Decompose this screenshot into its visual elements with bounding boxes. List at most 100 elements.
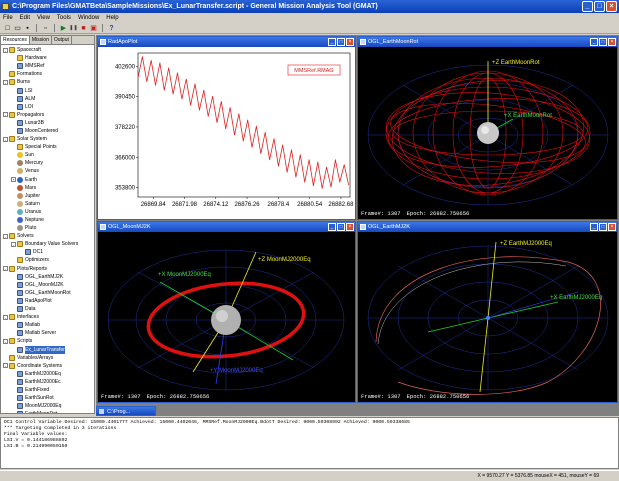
tree-node[interactable]: Matlab Server [1,329,94,337]
save-icon[interactable]: ▪ [23,24,32,33]
tree-node[interactable]: Mercury [1,159,94,167]
maximize-button[interactable]: □ [594,1,605,12]
earthmj2k-window[interactable]: OGL_EarthMJ2K _ □ × +Z EarthMJ2000Eq +X … [357,221,618,403]
maximize-button[interactable]: □ [337,38,345,46]
message-output[interactable]: DC1 Control Variable Desired: 15000.4401… [0,417,619,469]
title-bar[interactable]: C:\Program Files\GMATBeta\SampleMissions… [0,0,619,13]
tree-node[interactable]: Uranus [1,208,94,216]
tree-node[interactable]: Ex_LunarTransfer [1,345,94,354]
tree-node[interactable]: - Solar System [1,135,94,143]
tree-node[interactable]: Pluto [1,224,94,232]
tree-node[interactable]: - Plots/Reports [1,265,94,273]
collapse-icon[interactable]: - [3,112,8,118]
collapse-icon[interactable]: - [3,314,8,320]
collapse-icon[interactable]: - [11,241,16,247]
menu-edit[interactable]: Edit [20,13,30,23]
tree-node[interactable]: EarthMJ2000Ec [1,378,94,386]
tree-node[interactable]: LSI [1,86,94,94]
collapse-icon[interactable]: - [3,338,8,344]
tree-node[interactable]: DC1 [1,248,94,256]
tree-node[interactable]: Variables/Arrays [1,354,94,362]
tree-node[interactable]: - Spacecraft [1,46,94,54]
tree-node[interactable]: - Scripts [1,337,94,345]
close-button[interactable]: × [346,223,354,231]
tree-node[interactable]: Optimizers [1,256,94,264]
tab-output[interactable]: Output [51,36,72,44]
tree-node[interactable]: Saturn [1,200,94,208]
tree-node[interactable]: EarthSunRot [1,394,94,402]
tree-node[interactable]: Matlab [1,321,94,329]
tree-node[interactable]: - Propagators [1,111,94,119]
collapse-icon[interactable]: - [3,136,8,142]
collapse-icon[interactable]: - [3,266,8,272]
tree-node[interactable]: Neptune [1,216,94,224]
menu-file[interactable]: File [3,13,13,23]
minimize-button[interactable]: _ [328,223,336,231]
minimize-button[interactable]: _ [328,38,336,46]
tree-node[interactable]: LOI [1,103,94,111]
tree-node[interactable]: Mars [1,184,94,192]
tree-node[interactable]: Jupiter [1,192,94,200]
stop-icon[interactable]: ■ [79,24,88,33]
tree-node[interactable]: Sun [1,151,94,159]
open-icon[interactable]: ▭ [13,24,22,33]
maximize-button[interactable]: □ [599,38,607,46]
tree-node[interactable]: - Boundary Value Solvers [1,240,94,248]
earthmoonrot-window[interactable]: OGL_EarthMoonRot _ □ × +Z EarthMoonRot +… [357,36,618,220]
close-button[interactable]: × [608,223,616,231]
tree-node[interactable]: RadApoPlot [1,297,94,305]
tree-node[interactable]: Data [1,305,94,313]
tree-node[interactable]: EarthMoonRot [1,410,94,413]
tree-node[interactable]: OGL_MoonMJ2K [1,281,94,289]
collapse-icon[interactable]: - [3,233,8,239]
minimize-button[interactable]: _ [590,38,598,46]
close-button[interactable]: × [608,38,616,46]
new-icon[interactable]: □ [3,24,12,33]
minimized-window[interactable]: C:\Prog... [96,406,156,416]
tree-node[interactable]: EarthMJ2000Eq [1,370,94,378]
maximize-button[interactable]: □ [337,223,345,231]
tree-node[interactable]: MMSRef [1,62,94,70]
copy-icon[interactable]: ▫ [41,24,50,33]
moonmj2k-window[interactable]: OGL_MoonMJ2K _ □ × +Z MoonMJ2000Eq +X Mo… [97,221,356,403]
run-icon[interactable]: ▶ [59,24,68,33]
tree-node[interactable]: EarthFixed [1,386,94,394]
tree-node[interactable]: Venus [1,167,94,175]
clear-icon[interactable]: ▣ [89,24,98,33]
frame-info: Frame#: 1307 Epoch: 26882.750656 [361,210,475,217]
help-icon[interactable]: ? [107,24,116,33]
tree-node[interactable]: - Coordinate Systems [1,362,94,370]
data-point [155,84,156,86]
data-point [234,134,235,136]
pause-icon[interactable]: ❚❚ [69,24,78,33]
collapse-icon[interactable]: - [3,47,8,53]
menu-window[interactable]: Window [78,13,99,23]
tab-mission[interactable]: Mission [29,36,52,44]
tree-node[interactable]: ALM [1,95,94,103]
tree-node[interactable]: Special Points [1,143,94,151]
tree-node[interactable]: - Solvers [1,232,94,240]
tree-node[interactable]: OGL_EarthMoonRot [1,289,94,297]
tree-node[interactable]: Hardware [1,54,94,62]
menu-tools[interactable]: Tools [57,13,71,23]
tree-node[interactable]: Lunar3B [1,119,94,127]
close-button[interactable]: × [606,1,617,12]
minimize-button[interactable]: _ [582,1,593,12]
tab-resources[interactable]: Resources [1,36,30,44]
tree-node[interactable]: MoonCentered [1,127,94,135]
menu-help[interactable]: Help [106,13,118,23]
minimize-button[interactable]: _ [590,223,598,231]
tree-node[interactable]: OGL_EarthMJ2K [1,273,94,281]
expand-icon[interactable]: + [11,177,16,183]
tree-node[interactable]: - Burns [1,78,94,86]
tree-node[interactable]: Formations [1,70,94,78]
tree-node[interactable]: + Earth [1,176,94,184]
collapse-icon[interactable]: - [3,363,8,369]
tree-node[interactable]: MoonMJ2000Eq [1,402,94,410]
close-button[interactable]: × [346,38,354,46]
maximize-button[interactable]: □ [599,223,607,231]
menu-view[interactable]: View [37,13,50,23]
collapse-icon[interactable]: - [3,79,8,85]
tree-node[interactable]: - Interfaces [1,313,94,321]
radapo-plot-window[interactable]: RadApoPlot _ □ × 402600 390450 378220 366000 3… [97,36,356,220]
